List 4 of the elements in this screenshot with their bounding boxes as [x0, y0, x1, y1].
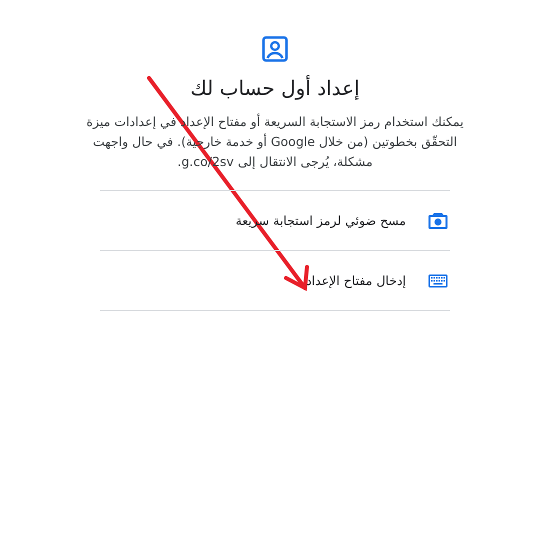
page-title: إعداد أول حساب لك	[190, 76, 360, 100]
camera-icon	[428, 212, 448, 230]
keyboard-icon	[428, 274, 448, 288]
account-icon	[262, 36, 288, 62]
